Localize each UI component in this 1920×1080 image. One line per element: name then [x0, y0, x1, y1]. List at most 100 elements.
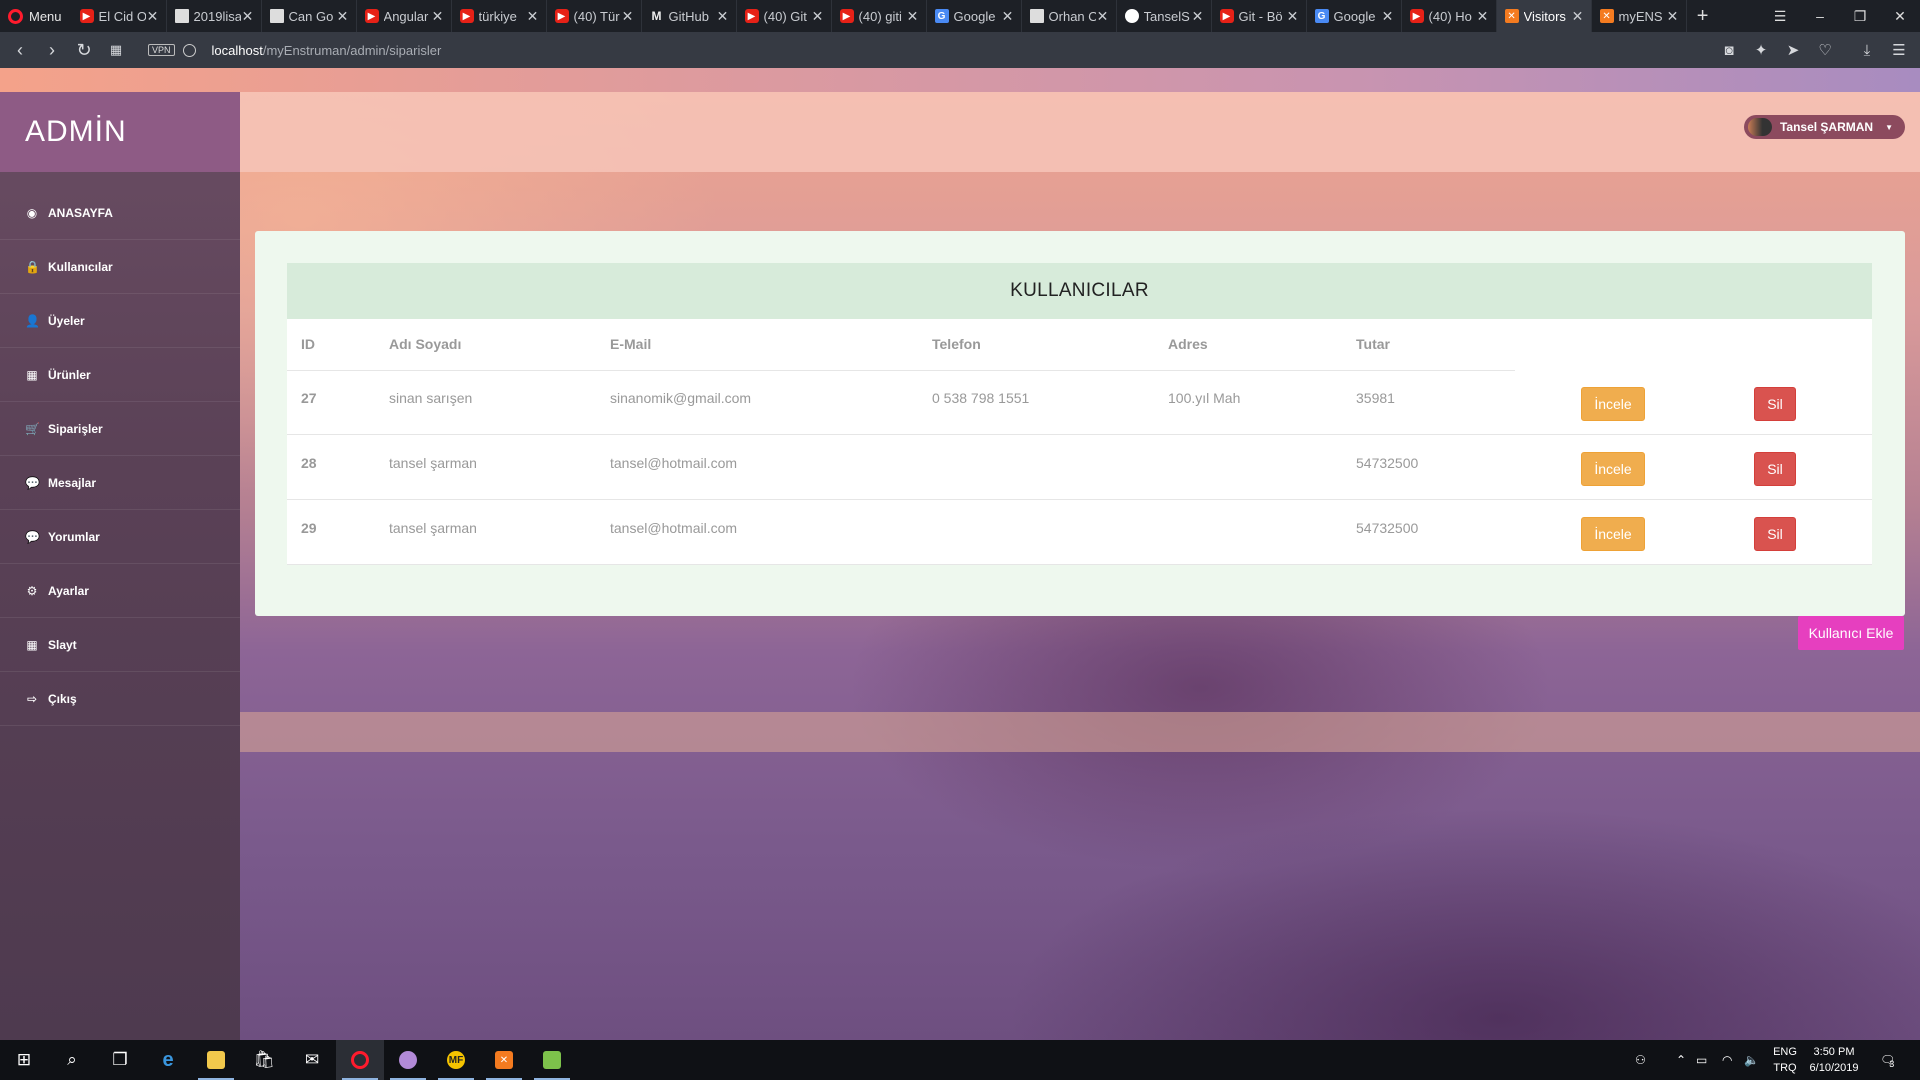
clock[interactable]: 3:50 PM 6/10/2019 [1808, 1044, 1860, 1076]
mf-app-icon[interactable]: MF [432, 1040, 480, 1080]
edge-icon[interactable]: e [144, 1040, 192, 1080]
browser-tab[interactable]: ▶ Git - Bö ✕ [1212, 0, 1307, 32]
mail-icon[interactable]: ✉ [288, 1040, 336, 1080]
close-tab-icon[interactable]: ✕ [526, 8, 540, 25]
close-tab-icon[interactable]: ✕ [716, 8, 730, 25]
close-tab-icon[interactable]: ✕ [1096, 8, 1110, 25]
close-tab-icon[interactable]: ✕ [1381, 8, 1395, 25]
browser-tab[interactable]: ✕ Visitors ✕ [1496, 0, 1592, 32]
file-explorer-icon[interactable] [192, 1040, 240, 1080]
browser-tab[interactable]: ✕ myENS ✕ [1592, 0, 1687, 32]
battery-icon[interactable]: ▭ [1696, 1040, 1707, 1080]
sidebar-item-9[interactable]: ▦ Slayt [0, 618, 240, 672]
url-field[interactable]: localhost/myEnstruman/admin/siparisler [212, 43, 442, 58]
camera-icon[interactable]: ◙ [1714, 32, 1744, 68]
sidebar-item-10[interactable]: ⇨ Çıkış [0, 672, 240, 726]
reload-icon[interactable]: ↻ [68, 32, 100, 68]
browser-tab[interactable]: TanselS ✕ [1117, 0, 1212, 32]
browser-tab[interactable]: 2019lisa ✕ [167, 0, 262, 32]
close-tab-icon[interactable]: ✕ [621, 8, 635, 25]
people-icon[interactable]: ⚇ [1635, 1040, 1646, 1080]
inspect-button[interactable]: İncele [1581, 452, 1645, 486]
sidebar-item-7[interactable]: 💬 Yorumlar [0, 510, 240, 564]
close-tab-icon[interactable]: ✕ [906, 8, 920, 25]
xampp-icon: ✕ [1599, 9, 1614, 23]
delete-button[interactable]: Sil [1754, 517, 1796, 551]
download-icon[interactable]: ⤓ [1852, 32, 1882, 68]
notepad-icon[interactable] [528, 1040, 576, 1080]
top-strip [0, 68, 1920, 92]
minimize-icon[interactable]: – [1800, 0, 1840, 32]
inspect-button[interactable]: İncele [1581, 517, 1645, 551]
sidebar-item-4[interactable]: ▦ Ürünler [0, 348, 240, 402]
windows-start-icon[interactable]: ⊞ [0, 1040, 48, 1080]
volume-icon[interactable]: 🔈 [1744, 1040, 1759, 1080]
easy-setup-icon[interactable]: ☰ [1884, 32, 1914, 68]
new-tab-button[interactable]: + [1687, 0, 1719, 32]
browser-tab[interactable]: G Google ✕ [1307, 0, 1402, 32]
heart-icon[interactable]: ♡ [1810, 32, 1840, 68]
close-tab-icon[interactable]: ✕ [146, 8, 160, 25]
notifications-icon[interactable]: 🗨 3 [1880, 1040, 1895, 1080]
browser-tab[interactable]: ▶ (40) giti ✕ [832, 0, 927, 32]
sidebar-item-3[interactable]: 👤 Üyeler [0, 294, 240, 348]
purple-app-icon[interactable] [384, 1040, 432, 1080]
close-tab-icon[interactable]: ✕ [811, 8, 825, 25]
close-tab-icon[interactable]: ✕ [1001, 8, 1015, 25]
delete-button[interactable]: Sil [1754, 387, 1796, 421]
back-icon[interactable]: ‹ [4, 32, 36, 68]
close-tab-icon[interactable]: ✕ [1286, 8, 1300, 25]
dashboard-icon: ◉ [26, 205, 38, 220]
table-row: 28 tansel şarman tansel@hotmail.com 5473250… [287, 436, 1872, 500]
browser-tab[interactable]: ▶ (40) Ho ✕ [1402, 0, 1497, 32]
add-user-button[interactable]: Kullanıcı Ekle [1798, 616, 1904, 650]
opera-menu-button[interactable]: Menu [0, 0, 72, 32]
sidebar-item-8[interactable]: ⚙ Ayarlar [0, 564, 240, 618]
delete-button[interactable]: Sil [1754, 452, 1796, 486]
task-view-icon[interactable]: ❐ [96, 1040, 144, 1080]
opera-taskbar-icon[interactable] [336, 1040, 384, 1080]
close-tab-icon[interactable]: ✕ [431, 8, 445, 25]
tab-title: Google [1333, 8, 1376, 24]
document-icon [174, 9, 189, 23]
search-icon[interactable]: ⌕ [48, 1040, 96, 1080]
tab-menu-icon[interactable]: ☰ [1760, 0, 1800, 32]
user-dropdown[interactable]: Tansel ŞARMAN ▼ [1743, 115, 1905, 139]
close-tab-icon[interactable]: ✕ [1666, 8, 1680, 25]
cell-phone: 0 538 798 1551 [932, 390, 1030, 406]
sidebar-item-1[interactable]: ◉ ANASAYFA [0, 186, 240, 240]
language-indicator[interactable]: ENG TRQ [1770, 1044, 1800, 1076]
brand-title[interactable]: ADMİN [0, 92, 240, 172]
xampp-taskbar-icon[interactable]: ✕ [480, 1040, 528, 1080]
browser-tab[interactable]: ▶ El Cid O ✕ [72, 0, 167, 32]
browser-tab[interactable]: G Google ✕ [927, 0, 1022, 32]
sidebar-item-5[interactable]: 🛒 Siparişler [0, 402, 240, 456]
speed-dial-icon[interactable]: ▦ [100, 32, 132, 68]
browser-tab[interactable]: ▶ (40) Tür ✕ [547, 0, 642, 32]
extension-icon[interactable]: ✦ [1746, 32, 1776, 68]
cell-address: 100.yıl Mah [1168, 390, 1241, 406]
close-tab-icon[interactable]: ✕ [336, 8, 350, 25]
browser-tab[interactable]: Orhan O ✕ [1022, 0, 1117, 32]
close-tab-icon[interactable]: ✕ [241, 8, 255, 25]
browser-tab[interactable]: Can Go ✕ [262, 0, 357, 32]
sidebar-item-6[interactable]: 💬 Mesajlar [0, 456, 240, 510]
tab-title: Can Go [288, 8, 334, 24]
close-tab-icon[interactable]: ✕ [1476, 8, 1490, 25]
browser-tab[interactable]: M GitHub ✕ [642, 0, 737, 32]
forward-icon[interactable]: › [36, 32, 68, 68]
vpn-badge[interactable]: VPN [148, 44, 175, 56]
browser-tab[interactable]: ▶ (40) Git ✕ [737, 0, 832, 32]
browser-tab[interactable]: ▶ Angular ✕ [357, 0, 452, 32]
tray-chevron-icon[interactable]: ⌃ [1676, 1040, 1686, 1080]
inspect-button[interactable]: İncele [1581, 387, 1645, 421]
restore-icon[interactable]: ❐ [1840, 0, 1880, 32]
close-tab-icon[interactable]: ✕ [1571, 8, 1585, 25]
sidebar-item-2[interactable]: 🔒 Kullanıcılar [0, 240, 240, 294]
browser-tab[interactable]: ▶ türkiye ✕ [452, 0, 547, 32]
close-tab-icon[interactable]: ✕ [1191, 8, 1205, 25]
close-window-icon[interactable]: ✕ [1880, 0, 1920, 32]
wifi-icon[interactable]: ◠ [1722, 1040, 1732, 1080]
store-icon[interactable]: 🛍 [240, 1040, 288, 1080]
send-icon[interactable]: ➤ [1778, 32, 1808, 68]
